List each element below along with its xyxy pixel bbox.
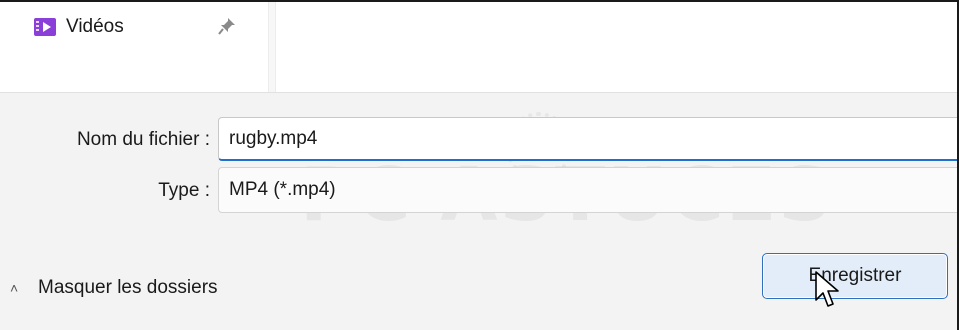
pane-splitter[interactable] <box>268 2 276 92</box>
filename-input[interactable] <box>218 117 957 161</box>
hide-folders-toggle[interactable]: ˄ Masquer les dossiers <box>0 274 218 302</box>
type-label: Type : <box>158 180 210 201</box>
video-folder-icon <box>34 18 56 36</box>
pin-icon[interactable] <box>218 17 236 35</box>
dialog-footer: ˄ Masquer les dossiers Enregistrer <box>0 230 957 330</box>
browse-area: Vidéos <box>0 2 957 93</box>
file-type-select[interactable]: MP4 (*.mp4) <box>218 167 957 213</box>
file-type-value: MP4 (*.mp4) <box>229 179 336 200</box>
filename-label: Nom du fichier : <box>76 129 210 150</box>
hide-folders-label: Masquer les dossiers <box>38 277 218 298</box>
nav-item-label: Vidéos <box>66 16 124 37</box>
chevron-up-icon: ˄ <box>10 280 19 296</box>
save-button[interactable]: Enregistrer <box>762 253 948 299</box>
navigation-pane: Vidéos <box>0 2 268 92</box>
save-dialog: Vidéos PC ASTUCES Nom du fichier : Type … <box>0 0 959 330</box>
